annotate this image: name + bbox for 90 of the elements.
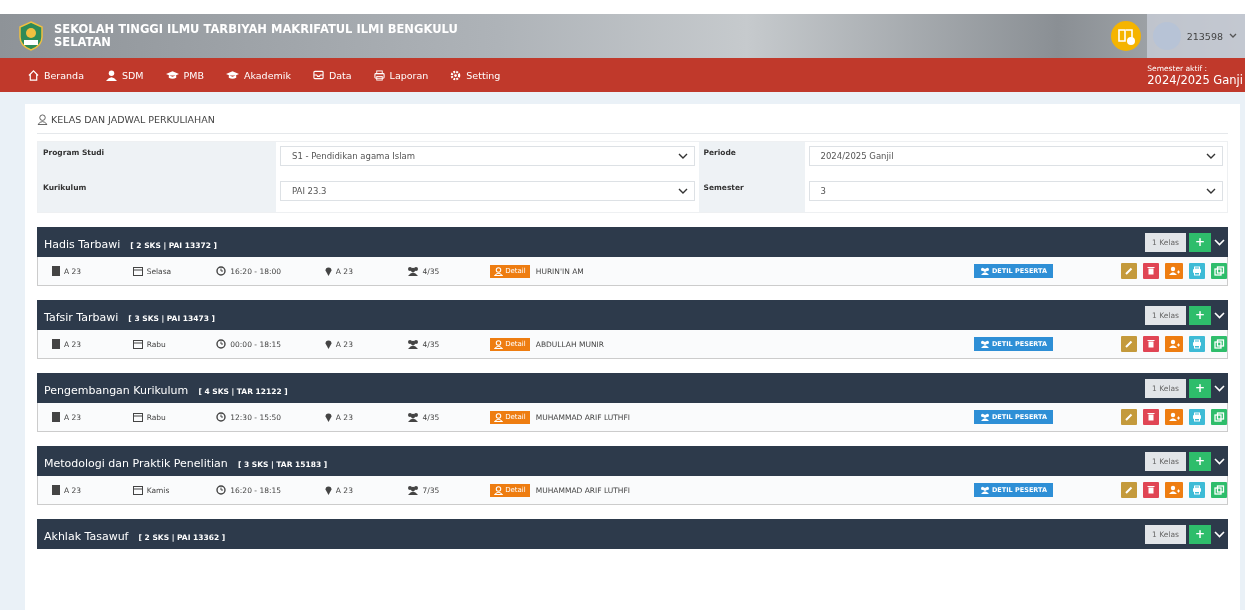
users-icon xyxy=(979,486,990,494)
course-name: Metodologi dan Praktik Penelitian xyxy=(44,456,228,470)
chevron-down-icon[interactable] xyxy=(1214,311,1225,319)
user-menu[interactable]: 213598 xyxy=(1146,14,1245,58)
edit-icon[interactable] xyxy=(1121,482,1137,498)
users-icon xyxy=(406,412,419,422)
course-name: Tafsir Tarbawi xyxy=(44,310,119,324)
users-icon xyxy=(406,266,419,276)
delete-icon[interactable] xyxy=(1143,409,1159,425)
user-add-icon[interactable] xyxy=(1165,482,1183,498)
delete-icon[interactable] xyxy=(1143,336,1159,352)
nav-link[interactable]: Setting xyxy=(450,69,501,81)
active-semester-value: 2024/2025 Ganji xyxy=(1147,72,1243,87)
course-name: Akhlak Tasawuf xyxy=(44,529,129,543)
chevron-down-icon[interactable] xyxy=(1214,384,1225,392)
institution-name: SELATAN xyxy=(54,36,112,49)
map-pin-icon xyxy=(324,412,332,422)
users-icon xyxy=(406,339,419,349)
nav-link[interactable]: PMB xyxy=(165,69,204,81)
users-icon xyxy=(979,340,990,348)
building-icon xyxy=(52,412,60,422)
chevron-down-icon xyxy=(677,153,688,159)
institution-name: SEKOLAH TINGGI ILMU TARBIYAH MAKRIFATUL ILMI BENGKULU xyxy=(54,23,458,36)
clock-icon xyxy=(216,485,227,495)
nav-link[interactable]: Akademik xyxy=(225,69,291,81)
nav-link[interactable]: Laporan xyxy=(373,69,429,81)
clock-icon xyxy=(216,266,227,276)
help-book-icon[interactable] xyxy=(1110,21,1141,51)
chevron-down-icon[interactable] xyxy=(1214,238,1225,246)
edit-icon[interactable] xyxy=(1121,336,1137,352)
building-icon xyxy=(52,339,60,349)
select-field[interactable]: S1 - Pendidikan agama Islam xyxy=(280,146,695,166)
shield-logo-icon xyxy=(18,21,44,51)
calendar-icon xyxy=(132,412,143,422)
course-name: Pengembangan Kurikulum xyxy=(44,383,189,397)
users-icon xyxy=(979,413,990,421)
edit-icon[interactable] xyxy=(1121,409,1137,425)
user-add-icon[interactable] xyxy=(1165,336,1183,352)
nav-link[interactable]: Data xyxy=(312,69,352,81)
clock-icon xyxy=(216,339,227,349)
course-name: Hadis Tarbawi xyxy=(44,237,121,251)
print-icon[interactable] xyxy=(1189,482,1205,498)
inbox-icon xyxy=(312,70,324,80)
print-icon[interactable] xyxy=(1189,336,1205,352)
select-field[interactable]: 2024/2025 Ganjil xyxy=(808,146,1223,166)
chevron-down-icon[interactable] xyxy=(1214,457,1225,465)
chevron-down-icon xyxy=(677,188,688,194)
copy-icon[interactable] xyxy=(1211,409,1227,425)
delete-icon[interactable] xyxy=(1143,482,1159,498)
building-icon xyxy=(52,485,60,495)
chevron-down-icon[interactable] xyxy=(1214,530,1225,538)
copy-icon[interactable] xyxy=(1211,482,1227,498)
print-icon[interactable] xyxy=(1189,409,1205,425)
select-field[interactable]: 3 xyxy=(808,181,1223,201)
map-pin-icon xyxy=(324,266,332,276)
map-pin-icon xyxy=(324,485,332,495)
calendar-icon xyxy=(132,266,143,276)
building-icon xyxy=(52,266,60,276)
user-icon xyxy=(494,485,504,495)
user-id: 213598 xyxy=(1186,30,1223,42)
graduation-cap-icon xyxy=(165,70,179,80)
home-icon xyxy=(28,69,39,81)
nav-link[interactable]: Beranda xyxy=(28,69,84,81)
edit-icon[interactable] xyxy=(1121,263,1137,279)
user-icon xyxy=(494,339,504,349)
user-icon xyxy=(494,412,504,422)
copy-icon[interactable] xyxy=(1211,263,1227,279)
user-icon xyxy=(37,114,48,125)
user-add-icon[interactable] xyxy=(1165,409,1183,425)
print-icon xyxy=(373,69,385,81)
delete-icon[interactable] xyxy=(1143,263,1159,279)
users-icon xyxy=(406,485,419,495)
copy-icon[interactable] xyxy=(1211,336,1227,352)
select-field[interactable]: PAI 23.3 xyxy=(280,181,695,201)
graduation-cap-icon xyxy=(225,70,239,80)
map-pin-icon xyxy=(324,339,332,349)
clock-icon xyxy=(216,412,227,422)
user-add-icon[interactable] xyxy=(1165,263,1183,279)
user-icon xyxy=(105,69,117,81)
chevron-down-icon xyxy=(1206,188,1216,194)
print-icon[interactable] xyxy=(1189,263,1205,279)
calendar-icon xyxy=(132,339,143,349)
settings-icon xyxy=(450,69,462,81)
page-title: KELAS DAN JADWAL PERKULIAHAN xyxy=(51,114,215,125)
chevron-down-icon xyxy=(1206,153,1216,159)
calendar-icon xyxy=(132,485,143,495)
user-icon xyxy=(494,266,504,276)
nav-link[interactable]: SDM xyxy=(105,69,144,81)
users-icon xyxy=(979,267,990,275)
caret-icon xyxy=(1229,33,1237,39)
